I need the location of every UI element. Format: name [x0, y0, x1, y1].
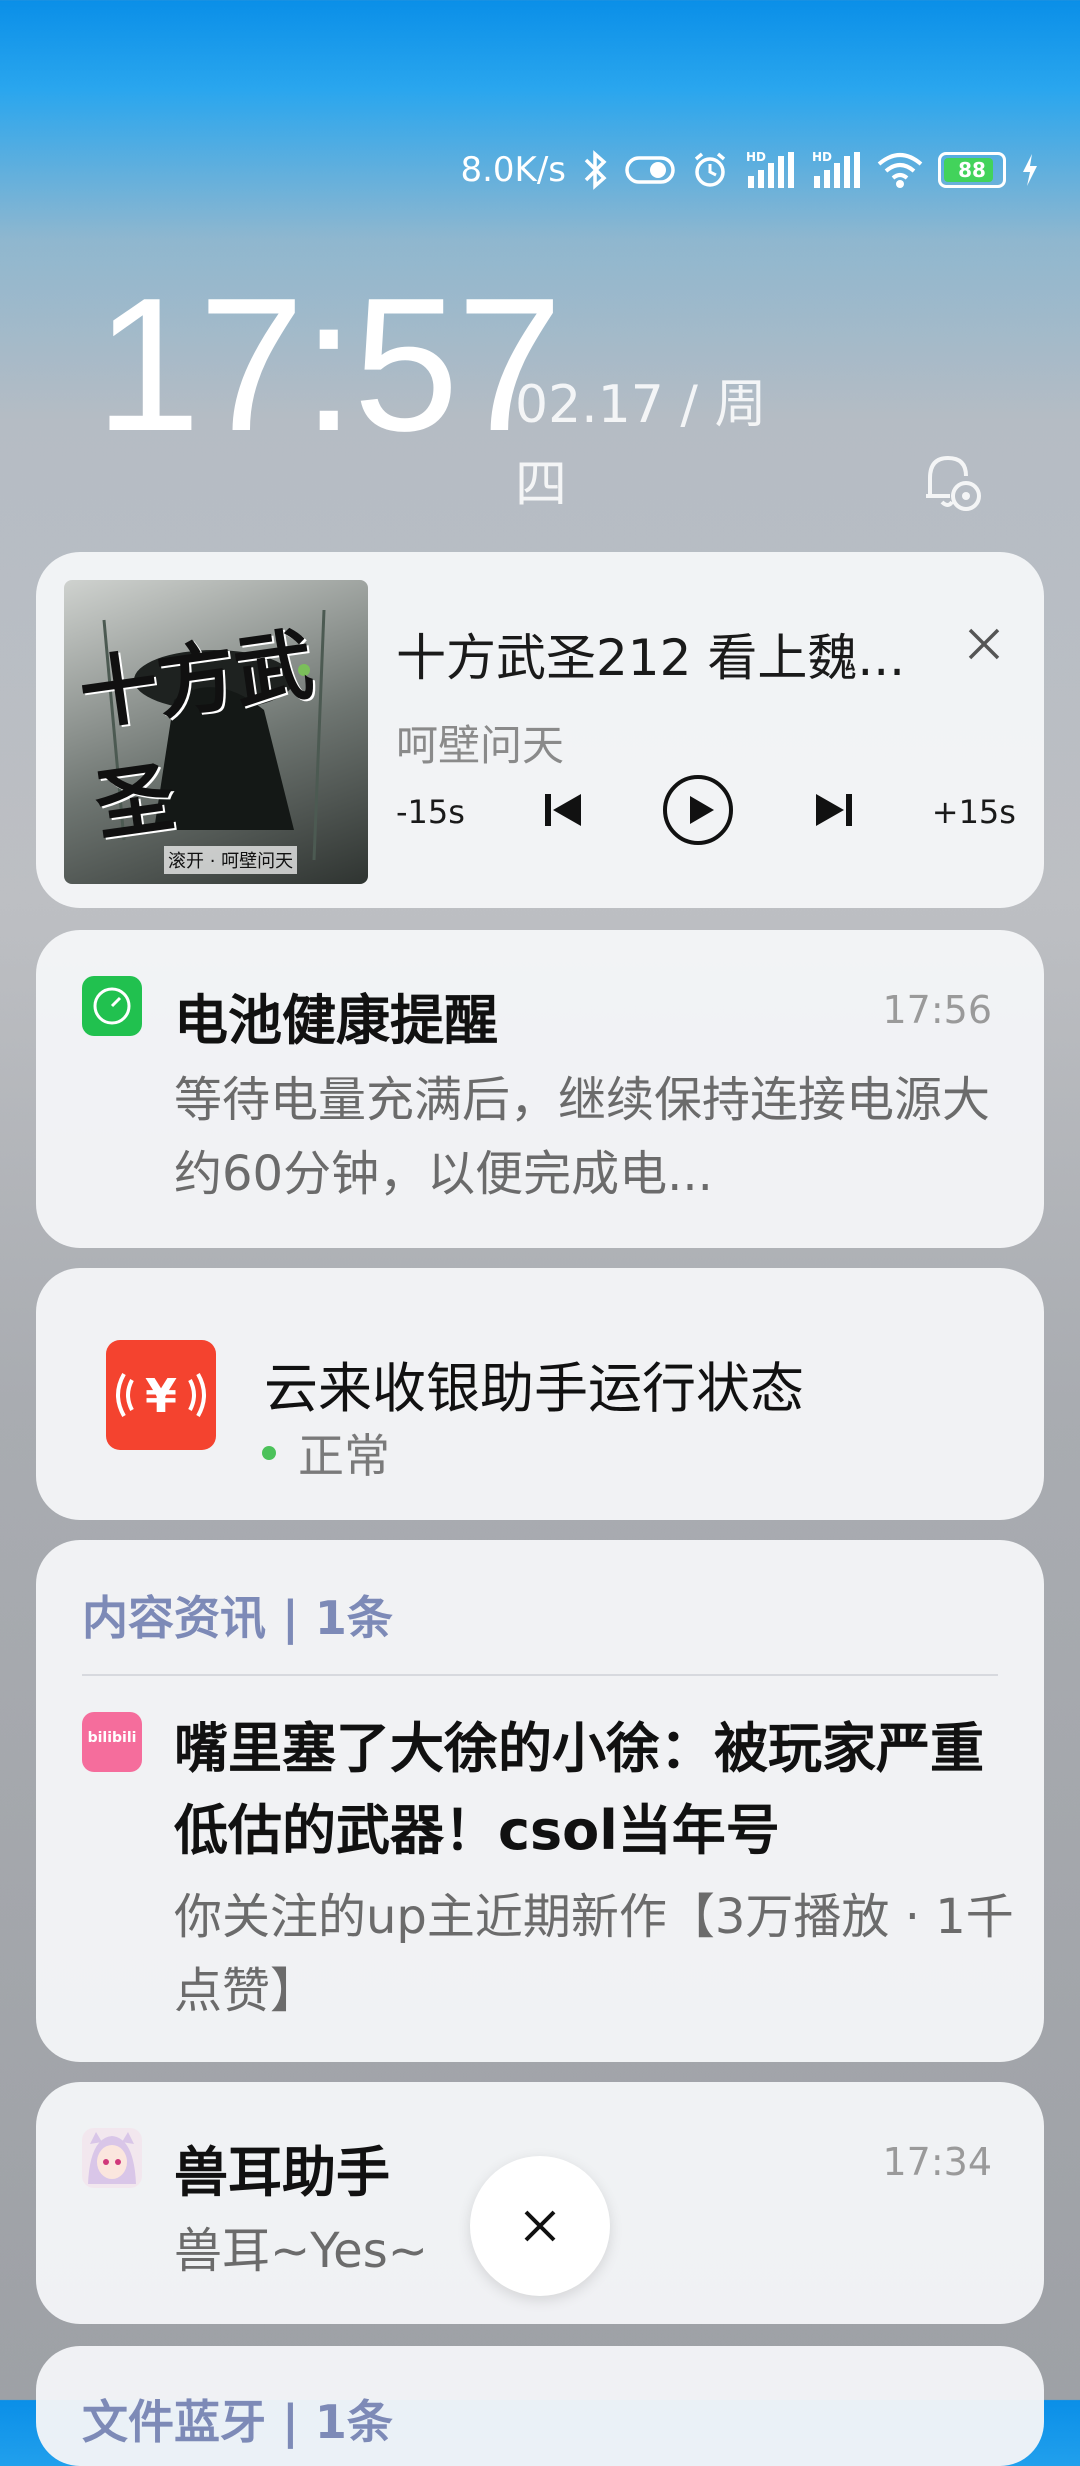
close-icon [524, 2210, 556, 2242]
media-artist: 呵壁问天 [396, 721, 565, 770]
clear-all-notifications-button[interactable] [470, 2156, 610, 2296]
beast-ear-app-icon [82, 2128, 142, 2188]
rewind-15-button[interactable]: -15s [396, 793, 465, 831]
bluetooth-icon [580, 150, 610, 190]
previous-track-icon[interactable] [541, 788, 585, 836]
media-controls: -15s +15s [396, 772, 1016, 852]
group-header: 文件蓝牙 | 1条 [82, 2395, 393, 2449]
signal-icon: HD [744, 150, 796, 190]
notification-group-content-news[interactable]: 内容资讯 | 1条 bilibili 嘴里塞了大徐的小徐：被玩家严重低估的武器！… [36, 1540, 1044, 2062]
group-header: 内容资讯 | 1条 [82, 1591, 393, 1645]
net-speed: 8.0K/s [460, 150, 566, 190]
notification-settings-icon[interactable] [918, 448, 986, 516]
status-bar: 8.0K/s HD HD 88 [460, 148, 1040, 192]
cashier-app-icon: ¥ [106, 1340, 216, 1450]
bilibili-app-icon: bilibili [82, 1712, 142, 1772]
media-player-card[interactable]: 十方武圣 滚开 · 呵壁问天 十方武圣212 看上魏... 呵壁问天 -15s … [36, 552, 1044, 908]
lockscreen-date: 02.17 / 周四 [515, 375, 767, 515]
forward-15-button[interactable]: +15s [932, 793, 1016, 831]
battery-icon: 88 [938, 152, 1006, 188]
charging-icon [1020, 152, 1040, 188]
notification-title: 兽耳助手 [174, 2141, 390, 2204]
battery-percent: 88 [958, 158, 986, 182]
svg-text:HD: HD [746, 150, 766, 164]
alarm-icon [690, 150, 730, 190]
group-divider [82, 1674, 998, 1676]
battery-health-app-icon [82, 976, 142, 1036]
close-icon[interactable] [966, 622, 1002, 673]
cover-title: 十方武圣 [74, 618, 319, 853]
notification-title: 嘴里塞了大徐的小徐：被玩家严重低估的武器！csol当年号 [174, 1717, 984, 1862]
notification-body: 兽耳~Yes~ [174, 2223, 428, 2279]
notification-group-file-bluetooth[interactable]: 文件蓝牙 | 1条 [36, 2346, 1044, 2466]
media-title: 十方武圣212 看上魏... [396, 629, 906, 687]
bilibili-icon-text: bilibili [87, 1730, 137, 1746]
svg-text:HD: HD [812, 150, 832, 164]
next-track-icon[interactable] [812, 788, 856, 836]
signal-icon-2: HD [810, 150, 862, 190]
svg-text:¥: ¥ [145, 1369, 177, 1423]
play-icon[interactable] [660, 772, 736, 852]
notification-title: 电池健康提醒 [174, 989, 498, 1052]
status-text: 正常 [298, 1429, 390, 1483]
notification-body: 等待电量充满后，继续保持连接电源大约60分钟，以便完成电... [174, 1072, 991, 1202]
notification-battery-health[interactable]: 电池健康提醒 17:56 等待电量充满后，继续保持连接电源大约60分钟，以便完成… [36, 930, 1044, 1248]
lockscreen-clock: 17:57 [95, 259, 562, 471]
notification-time: 17:34 [882, 2140, 992, 2184]
notification-time: 17:56 [882, 988, 992, 1032]
notification-cashier-status[interactable]: ¥ 云来收银助手运行状态 正常 [36, 1268, 1044, 1520]
notification-title: 云来收银助手运行状态 [264, 1357, 804, 1420]
status-dot [262, 1446, 276, 1460]
vibrate-toggle-icon [624, 153, 676, 187]
cover-subtitle: 滚开 · 呵壁问天 [164, 846, 298, 874]
wifi-icon [876, 150, 924, 190]
status-row: 正常 [262, 1420, 390, 1486]
notification-body: 你关注的up主近期新作【3万播放 · 1千点赞】 [174, 1889, 1014, 2019]
album-cover: 十方武圣 滚开 · 呵壁问天 [64, 580, 368, 884]
